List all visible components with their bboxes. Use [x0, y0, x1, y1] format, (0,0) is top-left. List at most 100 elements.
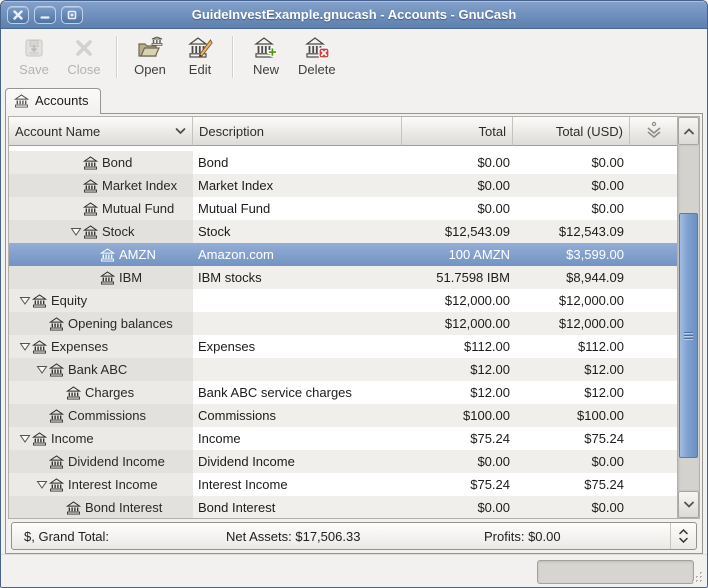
save-button[interactable]: Save [9, 34, 59, 79]
summary-spinner[interactable] [670, 523, 696, 549]
scroll-down-button[interactable] [678, 491, 699, 518]
scroll-up-button[interactable] [678, 117, 699, 145]
table-row[interactable]: IBMIBM stocks51.7598 IBM$8,944.09 [9, 266, 677, 289]
column-header-account-name-label: Account Name [15, 124, 100, 139]
close-window-button[interactable] [7, 6, 29, 24]
bank-icon [32, 294, 47, 308]
account-name-label: Equity [51, 293, 87, 308]
expander-toggle[interactable] [17, 433, 32, 444]
table-row[interactable]: Interest IncomeInterest Income$75.24$75.… [9, 473, 677, 496]
account-name-label: Mutual Fund [102, 201, 174, 216]
total-usd-cell: $12.00 [513, 358, 630, 381]
total-usd-cell: $12.00 [513, 381, 630, 404]
scrollbar-thumb[interactable] [679, 213, 698, 458]
description-cell: Bond Interest [193, 496, 402, 519]
summary-bar-frame: $, Grand Total: Net Assets: $17,506.33 P… [11, 522, 697, 550]
gnucash-window: GuideInvestExample.gnucash - Accounts - … [0, 0, 708, 588]
total-cell: $75.24 [402, 473, 513, 496]
edit-account-icon [187, 36, 213, 60]
extra-cell [630, 174, 677, 197]
total-cell: $12.00 [402, 381, 513, 404]
description-cell: Bond [193, 151, 402, 174]
tab-accounts[interactable]: Accounts [5, 88, 101, 114]
table-row[interactable]: Dividend IncomeDividend Income$0.00$0.00 [9, 450, 677, 473]
table-row[interactable]: IncomeIncome$75.24$75.24 [9, 427, 677, 450]
maximize-icon [67, 10, 77, 20]
table-row[interactable]: Market IndexMarket Index$0.00$0.00 [9, 174, 677, 197]
account-name-label: Commissions [68, 408, 146, 423]
table-row[interactable]: Equity$12,000.00$12,000.00 [9, 289, 677, 312]
total-cell: $0.00 [402, 151, 513, 174]
open-button[interactable]: Open [125, 34, 175, 79]
description-cell [193, 289, 402, 312]
extra-cell [630, 450, 677, 473]
description-cell [193, 358, 402, 381]
close-tab-button[interactable]: Close [59, 34, 109, 79]
expander-toggle[interactable] [34, 479, 49, 490]
column-options-header[interactable] [630, 117, 677, 146]
account-name-cell: Bank ABC [9, 358, 193, 381]
table-row[interactable]: StockStock$12,543.09$12,543.09 [9, 220, 677, 243]
total-cell: 100 AMZN [402, 243, 513, 266]
total-usd-cell: $0.00 [513, 174, 630, 197]
table-row[interactable]: Bank ABC$12.00$12.00 [9, 358, 677, 381]
resize-grip[interactable] [691, 571, 704, 584]
description-cell: Market Index [193, 174, 402, 197]
table-row[interactable]: Opening balances$12,000.00$12,000.00 [9, 312, 677, 335]
account-name-cell: Commissions [9, 404, 193, 427]
table-row[interactable]: BondBond$0.00$0.00 [9, 151, 677, 174]
minimize-window-button[interactable] [34, 6, 56, 24]
spinner-up-icon [679, 529, 688, 535]
total-usd-cell: $8,944.09 [513, 266, 630, 289]
table-row[interactable]: ChargesBank ABC service charges$12.00$12… [9, 381, 677, 404]
expander-toggle[interactable] [17, 341, 32, 352]
scrollbar-track[interactable] [678, 145, 699, 491]
edit-button[interactable]: Edit [175, 34, 225, 79]
vertical-scrollbar[interactable] [677, 117, 699, 518]
spinner-down-icon [679, 537, 688, 543]
summary-bar[interactable]: $, Grand Total: Net Assets: $17,506.33 P… [11, 522, 697, 550]
column-header-description[interactable]: Description [193, 117, 402, 146]
expander-toggle[interactable] [68, 226, 83, 237]
open-button-label: Open [134, 62, 166, 77]
maximize-window-button[interactable] [61, 6, 83, 24]
extra-cell [630, 197, 677, 220]
delete-account-button[interactable]: Delete [291, 34, 343, 79]
extra-cell [630, 381, 677, 404]
description-cell: Interest Income [193, 473, 402, 496]
new-account-button[interactable]: New [241, 34, 291, 79]
new-account-icon [253, 36, 279, 60]
total-usd-cell: $0.00 [513, 151, 630, 174]
total-usd-cell: $0.00 [513, 450, 630, 473]
description-cell: Commissions [193, 404, 402, 427]
minimize-icon [40, 10, 50, 20]
expander-toggle[interactable] [17, 295, 32, 306]
account-name-label: Income [51, 431, 94, 446]
total-cell: $0.00 [402, 496, 513, 519]
account-name-label: Bond Interest [85, 500, 162, 515]
table-row[interactable]: Bond InterestBond Interest$0.00$0.00 [9, 496, 677, 519]
column-header-total[interactable]: Total [402, 117, 513, 146]
bank-icon [83, 225, 98, 239]
extra-cell [630, 266, 677, 289]
account-name-label: Expenses [51, 339, 108, 354]
table-row[interactable]: ExpensesExpenses$112.00$112.00 [9, 335, 677, 358]
statusbar [1, 554, 707, 587]
account-name-cell: Expenses [9, 335, 193, 358]
total-usd-cell: $12,000.00 [513, 312, 630, 335]
expander-open-icon [36, 479, 48, 490]
account-name-cell: Bond [9, 151, 193, 174]
column-header-account-name[interactable]: Account Name [9, 117, 193, 146]
table-row[interactable]: AMZNAmazon.com100 AMZN$3,599.00 [9, 243, 677, 266]
extra-cell [630, 289, 677, 312]
total-usd-cell: $112.00 [513, 335, 630, 358]
column-header-total-usd[interactable]: Total (USD) [513, 117, 630, 146]
account-name-cell: Interest Income [9, 473, 193, 496]
progress-area [537, 560, 694, 584]
expander-toggle[interactable] [34, 364, 49, 375]
table-row[interactable]: Mutual FundMutual Fund$0.00$0.00 [9, 197, 677, 220]
net-assets-value: Net Assets: $17,506.33 [226, 529, 484, 544]
bank-icon [83, 179, 98, 193]
account-name-cell: Dividend Income [9, 450, 193, 473]
table-row[interactable]: CommissionsCommissions$100.00$100.00 [9, 404, 677, 427]
